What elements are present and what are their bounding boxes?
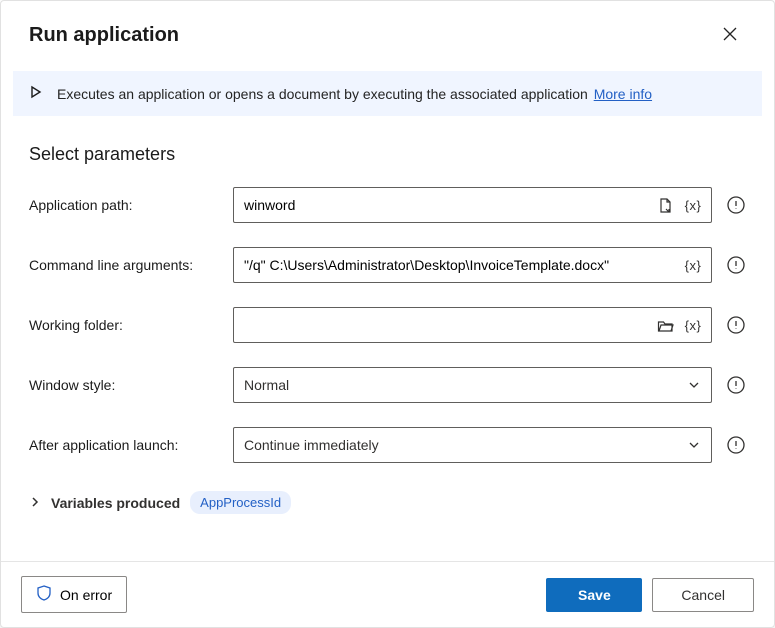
- input-icons-app-path: {x}: [655, 193, 711, 217]
- more-info-link[interactable]: More info: [594, 86, 652, 102]
- variables-produced-row[interactable]: Variables produced AppProcessId: [1, 491, 774, 514]
- variable-picker-button[interactable]: {x}: [683, 313, 703, 337]
- label-application-path: Application path:: [29, 197, 219, 213]
- row-cmd-args: Command line arguments: {x}: [29, 247, 746, 283]
- info-description: Executes an application or opens a docum…: [57, 86, 588, 102]
- cmd-args-input[interactable]: [234, 248, 683, 282]
- chevron-down-icon: [687, 378, 701, 392]
- info-bar: Executes an application or opens a docum…: [13, 71, 762, 116]
- label-cmd-args: Command line arguments:: [29, 257, 219, 273]
- input-wrap-application-path: {x}: [233, 187, 712, 223]
- folder-picker-button[interactable]: [655, 313, 675, 337]
- file-picker-button[interactable]: [655, 193, 675, 217]
- after-launch-value: Continue immediately: [244, 437, 379, 453]
- chevron-right-icon: [29, 495, 41, 511]
- input-wrap-cmd-args: {x}: [233, 247, 712, 283]
- close-icon: [722, 26, 738, 45]
- variable-icon: {x}: [683, 313, 703, 337]
- input-icons-cmd-args: {x}: [683, 253, 711, 277]
- footer-buttons: Save Cancel: [546, 578, 754, 612]
- variable-icon: {x}: [683, 253, 703, 277]
- label-working-folder: Working folder:: [29, 317, 219, 333]
- run-application-dialog: Run application Executes an application …: [0, 0, 775, 628]
- help-button-after-launch[interactable]: [726, 435, 746, 455]
- on-error-label: On error: [60, 587, 112, 603]
- row-application-path: Application path: {x}: [29, 187, 746, 223]
- variable-picker-button[interactable]: {x}: [683, 193, 703, 217]
- cancel-button[interactable]: Cancel: [652, 578, 754, 612]
- row-after-launch: After application launch: Continue immed…: [29, 427, 746, 463]
- input-icons-working-folder: {x}: [655, 313, 711, 337]
- play-icon: [29, 85, 43, 102]
- chevron-down-icon: [687, 438, 701, 452]
- input-wrap-working-folder: {x}: [233, 307, 712, 343]
- on-error-button[interactable]: On error: [21, 576, 127, 613]
- file-icon: [655, 193, 675, 217]
- row-working-folder: Working folder: {x}: [29, 307, 746, 343]
- folder-icon: [655, 313, 675, 337]
- parameters-section: Select parameters Application path: {x} …: [1, 116, 774, 487]
- label-window-style: Window style:: [29, 377, 219, 393]
- working-folder-input[interactable]: [234, 308, 655, 342]
- section-title: Select parameters: [29, 144, 746, 165]
- save-button[interactable]: Save: [546, 578, 642, 612]
- close-button[interactable]: [714, 19, 746, 51]
- help-button-window-style[interactable]: [726, 375, 746, 395]
- variable-icon: {x}: [683, 193, 703, 217]
- row-window-style: Window style: Normal: [29, 367, 746, 403]
- application-path-input[interactable]: [234, 188, 655, 222]
- dialog-header: Run application: [1, 1, 774, 61]
- window-style-value: Normal: [244, 377, 289, 393]
- help-button-app-path[interactable]: [726, 195, 746, 215]
- window-style-select[interactable]: Normal: [233, 367, 712, 403]
- help-button-working-folder[interactable]: [726, 315, 746, 335]
- variable-chip-appprocessid[interactable]: AppProcessId: [190, 491, 291, 514]
- variable-picker-button[interactable]: {x}: [683, 253, 703, 277]
- help-button-cmd-args[interactable]: [726, 255, 746, 275]
- variables-produced-label: Variables produced: [51, 495, 180, 511]
- info-text: Executes an application or opens a docum…: [57, 86, 652, 102]
- label-after-launch: After application launch:: [29, 437, 219, 453]
- shield-icon: [36, 585, 52, 604]
- dialog-title: Run application: [29, 24, 179, 47]
- after-launch-select[interactable]: Continue immediately: [233, 427, 712, 463]
- dialog-footer: On error Save Cancel: [1, 561, 774, 627]
